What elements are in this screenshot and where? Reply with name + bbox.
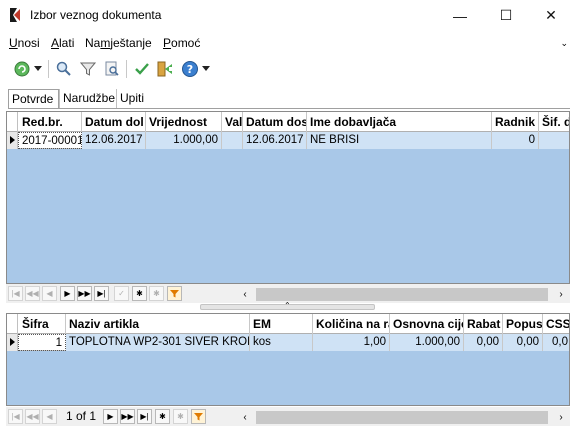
help-icon[interactable]: ? xyxy=(180,59,200,79)
col-popust[interactable]: Popus xyxy=(503,314,543,334)
minimize-button[interactable]: — xyxy=(437,0,483,31)
close-button[interactable]: ✕ xyxy=(528,0,574,31)
col-vrijednost[interactable]: Vrijednost xyxy=(146,112,222,132)
scroll-thumb[interactable] xyxy=(256,411,548,424)
top-h-scrollbar[interactable]: ‹ › xyxy=(236,285,570,302)
next-record-icon[interactable]: ▶ xyxy=(103,409,118,424)
menu-bar: Unosi Alati Namještanje Pomoć ⌄ xyxy=(0,34,574,54)
bottom-navigator: |◀ ◀◀ ◀ 1 of 1 ▶ ▶▶ ▶| ✱ ✱ ‹ › xyxy=(6,407,570,426)
last-page-icon[interactable]: ▶| xyxy=(137,409,152,424)
table-row[interactable]: 2017-00001 12.06.2017 1.000,00 12.06.201… xyxy=(7,132,569,149)
refresh-icon[interactable] xyxy=(12,59,32,79)
col-em[interactable]: EM xyxy=(250,314,313,334)
col-red-br[interactable]: Red.br. xyxy=(18,112,82,132)
scroll-right-icon[interactable]: › xyxy=(554,410,568,424)
scroll-left-icon[interactable]: ‹ xyxy=(238,410,252,424)
col-datum-dos[interactable]: Datum dos xyxy=(243,112,307,132)
cell-vrijednost[interactable]: 1.000,00 xyxy=(146,132,222,149)
maximize-button[interactable]: ☐ xyxy=(483,0,529,31)
more-icon[interactable] xyxy=(200,59,212,79)
col-kolicina[interactable]: Količina na ra xyxy=(313,314,390,334)
delete-icon[interactable]: ✱ xyxy=(149,286,164,301)
row-selector-icon[interactable] xyxy=(7,334,18,351)
cell-red-br[interactable]: 2017-00001 xyxy=(18,132,82,149)
cell-sif[interactable] xyxy=(539,132,569,149)
filter-toggle-icon[interactable] xyxy=(167,286,182,301)
col-naziv-artikla[interactable]: Naziv artikla xyxy=(66,314,250,334)
last-page-icon[interactable]: ▶| xyxy=(94,286,109,301)
menu-pomoc[interactable]: Pomoć xyxy=(163,36,200,50)
collapse-up-icon[interactable]: ⌃ xyxy=(284,301,291,310)
app-logo-icon xyxy=(10,8,20,22)
delete-icon[interactable]: ✱ xyxy=(173,409,188,424)
cell-datum-dos[interactable]: 12.06.2017 xyxy=(243,132,307,149)
cell-css[interactable]: 0,0 xyxy=(543,334,569,351)
page-info: 1 of 1 xyxy=(66,409,97,423)
insert-icon[interactable]: ✱ xyxy=(155,409,170,424)
col-rabat[interactable]: Rabat xyxy=(464,314,503,334)
row-selector-icon[interactable] xyxy=(7,132,18,149)
scroll-right-icon[interactable]: › xyxy=(554,287,568,301)
title-bar: Izbor veznog dokumenta — ☐ ✕ xyxy=(0,0,574,31)
col-sif-d[interactable]: Šif. d xyxy=(539,112,569,132)
edit-icon[interactable]: ✓ xyxy=(114,286,129,301)
col-ime-dobavljaca[interactable]: Ime dobavljača xyxy=(307,112,492,132)
items-grid[interactable]: Šifra Naziv artikla EM Količina na ra Os… xyxy=(6,313,570,406)
dropdown-arrow-icon[interactable] xyxy=(32,59,44,79)
tab-upiti[interactable]: Upiti xyxy=(116,89,152,108)
documents-grid[interactable]: Red.br. Datum dol Vrijednost Val Datum d… xyxy=(6,111,570,284)
cell-datum-dol[interactable]: 12.06.2017 xyxy=(82,132,146,149)
cell-val[interactable] xyxy=(222,132,243,149)
cell-popust[interactable]: 0,00 xyxy=(503,334,543,351)
cell-em[interactable]: kos xyxy=(250,334,313,351)
tab-potvrde[interactable]: Potvrde xyxy=(8,89,59,109)
prev-record-icon[interactable]: ◀ xyxy=(42,286,57,301)
next-page-icon[interactable]: ▶▶ xyxy=(120,409,135,424)
menu-namjestanje[interactable]: Namještanje xyxy=(85,36,152,50)
svg-text:?: ? xyxy=(187,63,193,76)
filter-toggle-icon[interactable] xyxy=(191,409,206,424)
tab-divider xyxy=(8,108,570,109)
cell-rabat[interactable]: 0,00 xyxy=(464,334,503,351)
col-sifra[interactable]: Šifra xyxy=(18,314,66,334)
col-css[interactable]: CSS xyxy=(543,314,569,334)
exit-icon[interactable] xyxy=(155,59,175,79)
grid-splitter[interactable]: ⌃ xyxy=(200,301,375,310)
filter-icon[interactable] xyxy=(78,59,98,79)
scroll-thumb[interactable] xyxy=(256,288,548,301)
check-icon[interactable] xyxy=(132,59,152,79)
col-osnovna-cijena[interactable]: Osnovna cije xyxy=(390,314,464,334)
window-title: Izbor veznog dokumenta xyxy=(30,8,162,22)
col-radnik[interactable]: Radnik xyxy=(492,112,539,132)
grid-header: Red.br. Datum dol Vrijednost Val Datum d… xyxy=(7,112,569,132)
menu-chevron-icon[interactable]: ⌄ xyxy=(560,38,568,49)
next-page-icon[interactable]: ▶▶ xyxy=(77,286,92,301)
document-search-icon[interactable] xyxy=(102,59,122,79)
prev-page-icon[interactable]: ◀◀ xyxy=(25,409,40,424)
prev-record-icon[interactable]: ◀ xyxy=(42,409,57,424)
table-row[interactable]: 1 TOPLOTNA WP2-301 SIVER KRONOT kos 1,00… xyxy=(7,334,569,351)
menu-unosi[interactable]: Unosi xyxy=(9,36,40,50)
first-page-icon[interactable]: |◀ xyxy=(8,409,23,424)
cell-naziv-artikla[interactable]: TOPLOTNA WP2-301 SIVER KRONOT xyxy=(66,334,250,351)
prev-page-icon[interactable]: ◀◀ xyxy=(25,286,40,301)
tab-narudzbe[interactable]: Narudžbe xyxy=(59,89,116,108)
first-page-icon[interactable]: |◀ xyxy=(8,286,23,301)
cell-radnik[interactable]: 0 xyxy=(492,132,539,149)
next-record-icon[interactable]: ▶ xyxy=(60,286,75,301)
cell-sifra[interactable]: 1 xyxy=(18,334,66,351)
bottom-h-scrollbar[interactable]: ‹ › xyxy=(236,408,570,425)
menu-alati[interactable]: Alati xyxy=(51,36,74,50)
grid-header: Šifra Naziv artikla EM Količina na ra Os… xyxy=(7,314,569,334)
toolbar: ? xyxy=(0,57,574,81)
insert-icon[interactable]: ✱ xyxy=(132,286,147,301)
cell-kolicina[interactable]: 1,00 xyxy=(313,334,390,351)
cell-osnovna-cijena[interactable]: 1.000,00 xyxy=(390,334,464,351)
cell-ime-dobavljaca[interactable]: NE BRISI xyxy=(307,132,492,149)
col-datum-dol[interactable]: Datum dol xyxy=(82,112,146,132)
search-icon[interactable] xyxy=(54,59,74,79)
col-val[interactable]: Val xyxy=(222,112,243,132)
scroll-left-icon[interactable]: ‹ xyxy=(238,287,252,301)
